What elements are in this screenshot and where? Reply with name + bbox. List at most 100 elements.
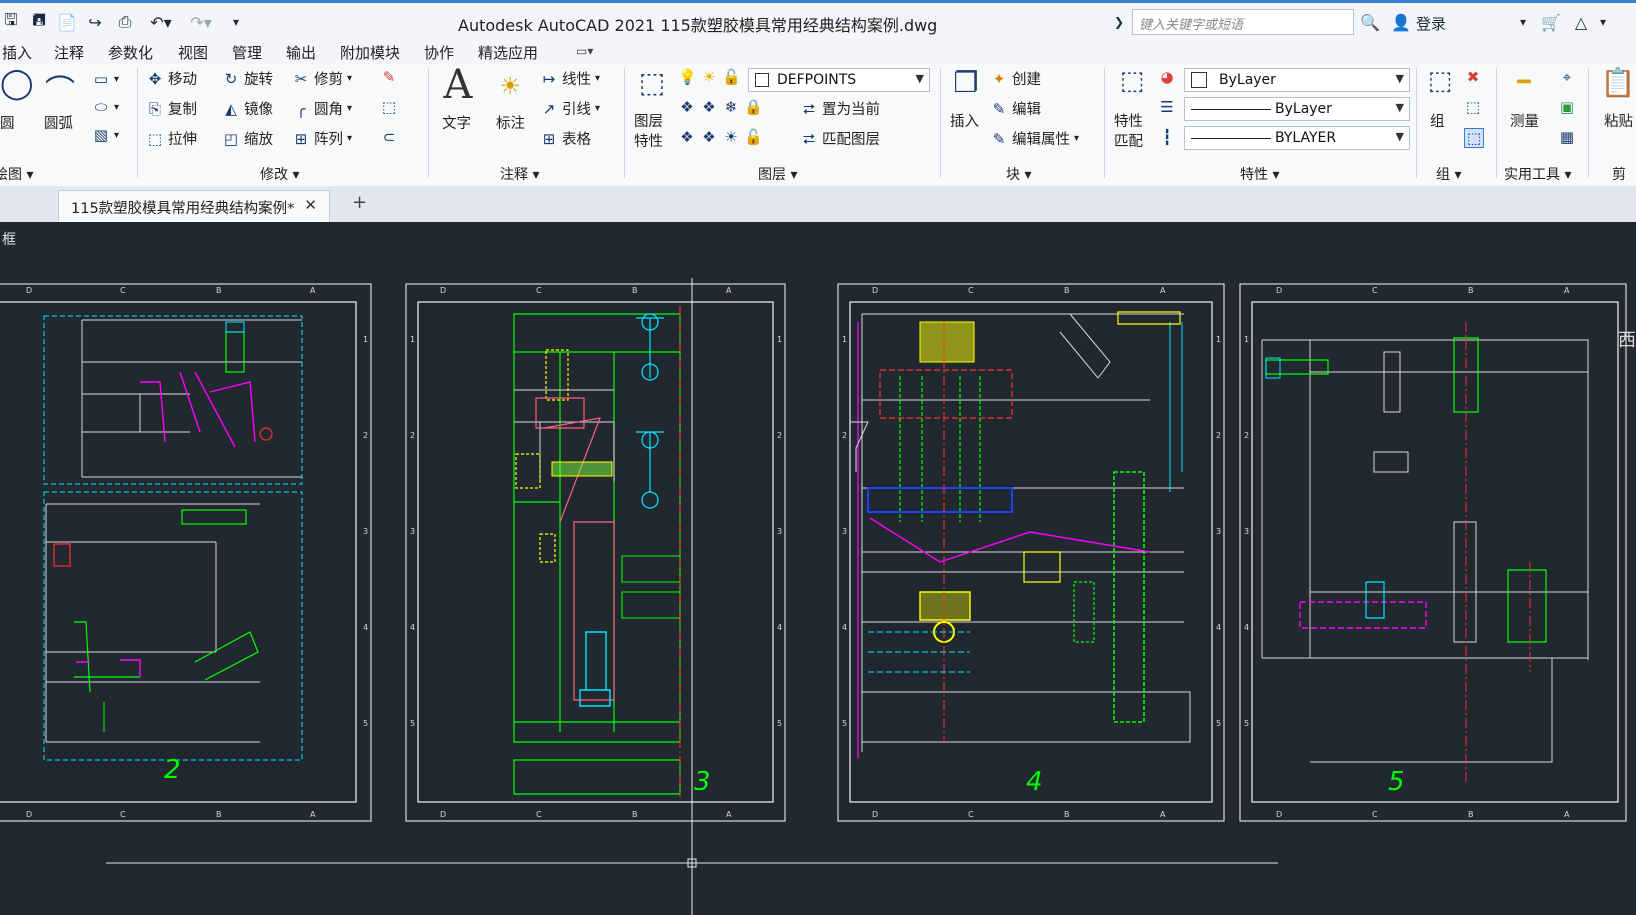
leader-button[interactable]: ↗ 引线 ▾ <box>540 98 600 119</box>
layer-tools-row-2[interactable]: ❖ ❖ ☀ 🔓 <box>678 128 762 146</box>
paste-icon[interactable]: 📋 <box>1600 66 1636 99</box>
close-tab-icon[interactable]: ✕ <box>304 196 317 214</box>
trim-button[interactable]: ✂ 修剪 ▾ <box>292 68 352 89</box>
match-properties-icon[interactable]: ⬚ <box>1112 66 1152 96</box>
lineweight-icon[interactable]: ☰ <box>1158 98 1176 116</box>
arc-icon[interactable]: ⌒ <box>40 66 80 110</box>
app-dropdown-icon[interactable]: ▾ <box>1596 11 1610 33</box>
autodesk-app-icon[interactable]: △ <box>1570 11 1592 33</box>
modify-panel-label[interactable]: 修改 ▾ <box>260 164 299 184</box>
text-icon[interactable]: A <box>440 62 476 108</box>
block-panel-label[interactable]: 块 ▾ <box>1006 164 1031 184</box>
offset-button[interactable]: ⊂ <box>380 128 398 146</box>
set-current-button[interactable]: ⮂ 置为当前 <box>800 98 880 119</box>
tab-featured-apps[interactable]: 精选应用 <box>478 42 538 63</box>
new-tab-button[interactable]: + <box>352 192 367 213</box>
mirror-button[interactable]: ◭ 镜像 <box>222 98 273 119</box>
layer-properties-label-2[interactable]: 特性 <box>634 130 663 151</box>
explode-button[interactable]: ⬚ <box>380 98 398 116</box>
layer-properties-icon[interactable]: ⬚ <box>632 66 672 99</box>
linetype-dropdown[interactable]: ByLayer ▼ <box>1184 97 1410 121</box>
tab-manage[interactable]: 管理 <box>232 42 262 63</box>
scale-button[interactable]: ◰ 缩放 <box>222 128 273 149</box>
color-dropdown[interactable]: ByLayer ▼ <box>1184 68 1410 92</box>
linetype-icon[interactable]: ┇ <box>1158 128 1176 146</box>
insert-block-icon[interactable]: ❐ <box>946 66 986 99</box>
layer-state-icons[interactable]: 💡 ☀ 🔓 <box>678 68 741 86</box>
groups-panel-label[interactable]: 组 ▾ <box>1436 164 1461 184</box>
tab-addins[interactable]: 附加模块 <box>340 42 400 63</box>
layer-tools-row-1[interactable]: ❖ ❖ ❄ 🔒 <box>678 98 762 116</box>
cart-icon[interactable]: 🛒 <box>1540 11 1562 33</box>
group-label[interactable]: 组 <box>1430 110 1445 131</box>
properties-panel-label[interactable]: 特性 ▾ <box>1240 164 1279 184</box>
group-select-icon[interactable]: ⬚ <box>1464 128 1484 148</box>
text-label[interactable]: 文字 <box>442 112 471 133</box>
clipboard-panel-label[interactable]: 剪 <box>1612 164 1626 184</box>
dimension-icon[interactable]: ☀ <box>492 72 528 100</box>
measure-icon[interactable]: ━ <box>1504 70 1544 95</box>
tab-insert[interactable]: 插入 <box>2 42 32 63</box>
ribbon-minimize-icon[interactable]: ▭▾ <box>576 44 593 58</box>
user-icon[interactable]: 👤 <box>1390 11 1412 33</box>
dimension-label[interactable]: 标注 <box>496 112 525 133</box>
tab-parametric[interactable]: 参数化 <box>108 42 153 63</box>
ungroup-icon[interactable]: ✖ <box>1464 68 1482 86</box>
undo-icon[interactable]: ↶▾ <box>146 11 176 33</box>
tab-output[interactable]: 输出 <box>286 42 316 63</box>
save-as-icon[interactable]: 🖪 <box>28 10 50 33</box>
rotate-button[interactable]: ↻ 旋转 <box>222 68 273 89</box>
fillet-button[interactable]: ╭ 圆角 ▾ <box>292 98 352 119</box>
array-button[interactable]: ⊞ 阵列 ▾ <box>292 128 352 149</box>
match-layer-button[interactable]: ⮂ 匹配图层 <box>800 128 880 149</box>
circle-icon[interactable]: ◯ <box>0 66 34 101</box>
create-block-button[interactable]: ✦ 创建 <box>990 68 1041 89</box>
ellipse-button[interactable]: ⬭ ▾ <box>92 98 119 116</box>
color-wheel-icon[interactable]: ◕ <box>1158 68 1176 86</box>
edit-attributes-button[interactable]: ✎ 编辑属性 ▾ <box>990 128 1079 149</box>
tab-annotate[interactable]: 注释 <box>54 42 84 63</box>
table-button[interactable]: ⊞ 表格 <box>540 128 591 149</box>
rectangle-button[interactable]: ▭ ▾ <box>92 70 119 88</box>
draw-panel-label[interactable]: 绘图 ▾ <box>0 164 33 184</box>
lineweight-dropdown[interactable]: BYLAYER ▼ <box>1184 126 1410 150</box>
search-expand-icon[interactable]: ❯ <box>1112 11 1126 33</box>
print-icon[interactable]: ⎙ <box>114 11 136 33</box>
erase-button[interactable]: ✎ <box>380 68 398 86</box>
tab-collaborate[interactable]: 协作 <box>424 42 454 63</box>
search-input[interactable]: 键入关键字或短语 <box>1132 9 1354 35</box>
circle-label[interactable]: 圆 <box>0 112 15 133</box>
layers-panel-label[interactable]: 图层 ▾ <box>758 164 797 184</box>
utilities-panel-label[interactable]: 实用工具 ▾ <box>1504 164 1571 184</box>
match-properties-label-2[interactable]: 匹配 <box>1114 130 1143 151</box>
tab-view[interactable]: 视图 <box>178 42 208 63</box>
paste-label[interactable]: 粘贴 <box>1604 110 1633 131</box>
login-link[interactable]: 登录 <box>1416 13 1446 33</box>
open-icon[interactable]: 📄 <box>56 11 78 33</box>
search-icon[interactable]: 🔍 <box>1360 11 1380 33</box>
export-icon[interactable]: ↪ <box>84 11 106 33</box>
redo-icon[interactable]: ↷▾ <box>186 11 216 33</box>
move-button[interactable]: ✥ 移动 <box>146 68 197 89</box>
annotation-panel-label[interactable]: 注释 ▾ <box>500 164 539 184</box>
quick-select-icon[interactable]: ▣ <box>1558 98 1576 116</box>
drawing-canvas[interactable]: 框 D C B A D C B A D C B A D C B A D C B … <box>0 222 1636 915</box>
document-tab[interactable]: 115款塑胶模具常用经典结构案例* ✕ <box>58 190 330 222</box>
insert-label[interactable]: 插入 <box>950 110 979 131</box>
match-properties-label-1[interactable]: 特性 <box>1114 110 1143 131</box>
layer-dropdown[interactable]: DEFPOINTS ▼ <box>748 68 930 92</box>
group-icon[interactable]: ⬚ <box>1420 66 1460 96</box>
copy-button[interactable]: ⎘ 复制 <box>146 98 197 119</box>
id-point-icon[interactable]: ⌖ <box>1558 68 1576 86</box>
stretch-button[interactable]: ⬚ 拉伸 <box>146 128 197 149</box>
measure-label[interactable]: 测量 <box>1510 110 1539 131</box>
group-edit-icon[interactable]: ⬚ <box>1464 98 1482 116</box>
hatch-button[interactable]: ▧ ▾ <box>92 126 119 144</box>
edit-block-button[interactable]: ✎ 编辑 <box>990 98 1041 119</box>
save-icon[interactable]: 🖫 <box>0 10 22 33</box>
calculator-icon[interactable]: ▦ <box>1558 128 1576 146</box>
layer-properties-label-1[interactable]: 图层 <box>634 110 663 131</box>
arc-label[interactable]: 圆弧 <box>44 112 73 133</box>
login-dropdown-icon[interactable]: ▾ <box>1516 11 1530 33</box>
quick-access-dropdown-icon[interactable]: ▾ <box>228 11 244 33</box>
